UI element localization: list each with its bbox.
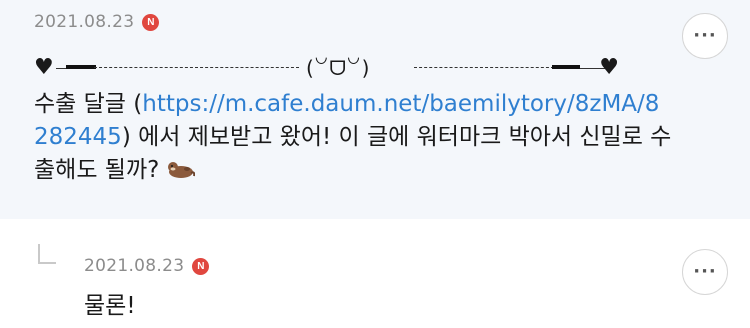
heart-icon: ♥ [599,55,619,80]
more-icon: ··· [693,25,717,46]
divider-bar [552,65,580,69]
kaomoji-face: (꒡ᗜ꒡) [306,56,370,80]
new-badge: N [192,257,210,275]
post-body: 수출 달글 (https://m.cafe.daum.net/baemilyto… [34,88,674,187]
reply-meta: 2021.08.23 N [84,256,210,276]
more-options-button[interactable]: ··· [682,13,728,59]
post-meta: 2021.08.23 N [34,12,160,32]
reply-more-options-button[interactable]: ··· [682,249,728,295]
heart-icon: ♥ [34,55,54,80]
more-icon: ··· [693,261,717,282]
divider-bar [66,65,96,69]
new-badge: N [142,13,160,31]
otter-icon [167,162,195,178]
post-date: 2021.08.23 [34,12,135,32]
divider-dash [414,67,554,68]
reply-date: 2021.08.23 [84,256,185,276]
post-text-prefix: 수출 달글 ( [34,91,143,117]
divider-dash [94,67,299,68]
post-text-suffix: ) 에서 제보받고 왔어! 이 글에 워터마크 박아서 신밀로 수출해도 될까? [34,124,672,183]
comment-post: 2021.08.23 N ··· ♥ (꒡ᗜ꒡) ♥ 수출 달글 (https:… [0,0,750,219]
decorative-divider: ♥ (꒡ᗜ꒡) ♥ [34,55,619,81]
reply-arrow-icon [38,244,56,264]
reply-body: 물론! [84,293,136,319]
